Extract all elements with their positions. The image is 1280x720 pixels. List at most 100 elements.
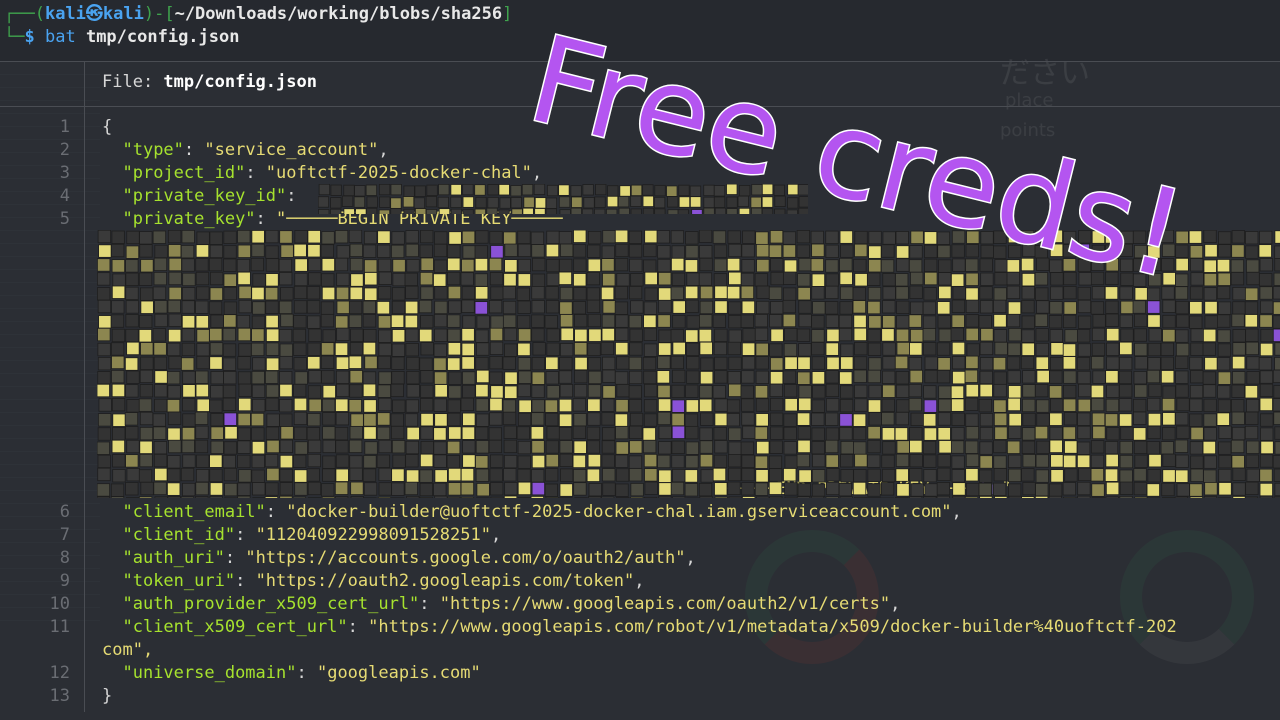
mosaic-tile: [110, 342, 125, 356]
mosaic-tile: [97, 427, 112, 441]
mosaic-tile: [209, 454, 223, 468]
mosaic-tile: [1092, 425, 1106, 440]
mosaic-tile: [251, 328, 265, 342]
mosaic-tile: [586, 287, 601, 301]
mosaic-tile: [630, 496, 644, 498]
mosaic-tile: [769, 343, 783, 357]
mosaic-tile: [363, 426, 377, 440]
mosaic-tile: [950, 440, 965, 454]
mosaic-tile: [280, 426, 294, 440]
mosaic-tile: [1273, 411, 1280, 425]
mosaic-tile: [545, 371, 559, 385]
mosaic-tile: [573, 273, 587, 287]
mosaic-tile: [728, 427, 742, 441]
mosaic-tile: [97, 467, 111, 482]
mosaic-tile: [322, 455, 336, 469]
mosaic-tile: [195, 383, 209, 398]
mosaic-tile: [741, 482, 755, 496]
mosaic-tile: [503, 495, 518, 498]
mosaic-tile: [643, 413, 658, 427]
mosaic-tile: [615, 314, 629, 328]
mosaic-tile: [714, 356, 728, 371]
mosaic-tile: [139, 440, 153, 454]
mosaic-tile: [812, 453, 826, 468]
mosaic-tile: [223, 301, 238, 315]
mosaic-tile: [993, 439, 1007, 454]
mosaic-tile: [390, 314, 405, 328]
mosaic-tile: [811, 399, 825, 413]
mosaic-tile: [265, 300, 279, 314]
mosaic-tile: [909, 439, 923, 454]
mosaic-tile: [1230, 259, 1245, 273]
mosaic-tile: [209, 271, 224, 286]
mosaic-tile: [1246, 440, 1260, 454]
mosaic-tile: [1174, 439, 1189, 453]
mosaic-tile: [447, 328, 461, 343]
mosaic-tile: [531, 440, 545, 454]
mosaic-tile: [125, 454, 139, 468]
mosaic-tile: [138, 329, 152, 343]
code-line: "client_email": "docker-builder@uoftctf-…: [122, 502, 962, 522]
mosaic-tile: [559, 483, 573, 497]
mosaic-tile: [196, 398, 210, 412]
mosaic-tile: [112, 454, 126, 468]
mosaic-tile: [405, 399, 420, 413]
mosaic-tile: [321, 370, 335, 384]
mosaic-tile: [1203, 287, 1218, 301]
mosaic-tile: [223, 230, 237, 245]
mosaic-tile: [1274, 258, 1280, 272]
mosaic-tile: [488, 439, 503, 454]
mosaic-tile: [264, 287, 279, 301]
mosaic-tile: [839, 496, 853, 498]
mosaic-tile: [924, 483, 938, 497]
mosaic-tile: [1076, 441, 1091, 455]
mosaic-tile: [1008, 454, 1022, 468]
mosaic-tile: [251, 315, 266, 329]
mosaic-tile: [335, 370, 350, 384]
mosaic-tile: [363, 230, 378, 245]
mosaic-tile: [782, 313, 797, 328]
mosaic-tile: [265, 245, 279, 259]
mosaic-tile: [138, 496, 153, 498]
mosaic-tile: [475, 196, 487, 209]
mosaic-tile: [1008, 468, 1022, 482]
mosaic-tile: [601, 314, 616, 328]
mosaic-tile: [755, 342, 769, 357]
mosaic-tile: [279, 482, 294, 496]
mosaic-tile: [222, 454, 236, 469]
mosaic-tile: [1049, 439, 1063, 453]
mosaic-tile: [365, 184, 378, 196]
mosaic-tile: [741, 342, 756, 356]
mosaic-tile: [1245, 287, 1259, 301]
mosaic-tile: [517, 357, 532, 371]
mosaic-tile: [447, 482, 462, 496]
mosaic-tile: [910, 483, 924, 497]
mosaic-tile: [486, 207, 498, 214]
mosaic-tile: [1105, 496, 1119, 498]
mosaic-tile: [182, 454, 196, 468]
mosaic-tile: [602, 272, 616, 287]
mosaic-tile: [531, 300, 545, 314]
mosaic-tile: [1022, 398, 1036, 413]
mosaic-tile: [1202, 384, 1217, 398]
mosaic-tile: [335, 398, 349, 412]
mosaic-tile: [195, 425, 209, 440]
mosaic-tile: [895, 411, 909, 426]
mosaic-tile: [349, 342, 364, 356]
mosaic-tile: [952, 482, 966, 496]
mosaic-tile: [825, 383, 840, 398]
mosaic-tile: [419, 469, 433, 483]
mosaic-tile: [1175, 469, 1189, 483]
mosaic-tile: [334, 481, 349, 495]
mosaic-tile: [265, 314, 279, 329]
mosaic-tile: [167, 230, 182, 244]
mosaic-tile: [1022, 427, 1036, 441]
mosaic-tile: [1190, 455, 1204, 469]
mosaic-tile: [643, 301, 658, 315]
mosaic-tile: [1050, 398, 1064, 412]
mosaic-tile: [378, 439, 392, 454]
mosaic-tile: [279, 355, 293, 370]
mosaic-tile: [404, 300, 419, 315]
mosaic-tile: [782, 370, 797, 384]
mosaic-tile: [587, 258, 602, 272]
